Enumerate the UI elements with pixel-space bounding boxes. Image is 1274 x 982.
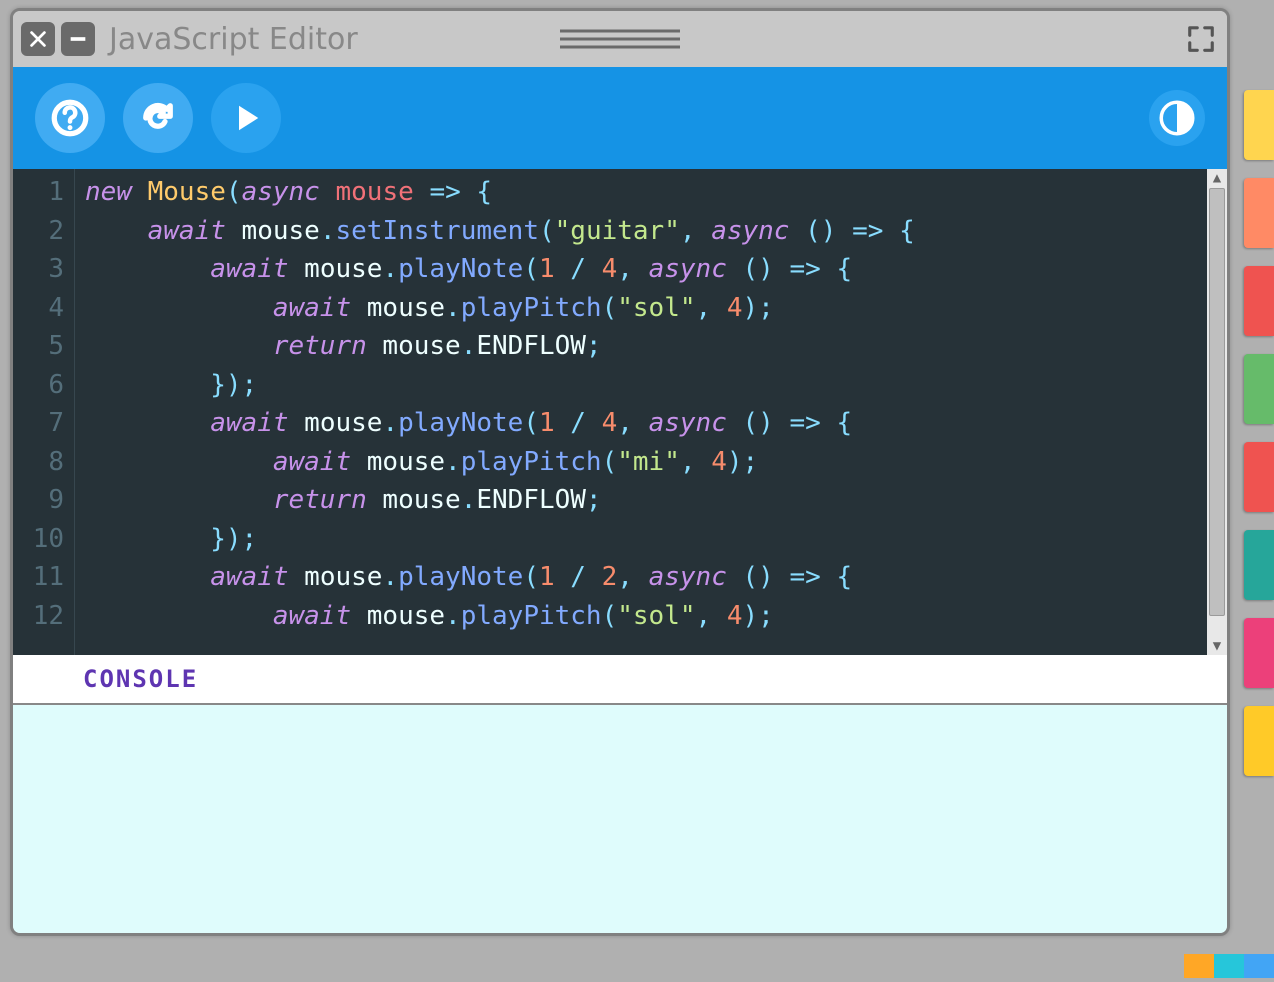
- scroll-down-arrow[interactable]: ▼: [1207, 637, 1227, 655]
- line-number: 10: [17, 520, 64, 559]
- code-line[interactable]: await mouse.setInstrument("guitar", asyn…: [85, 212, 1217, 251]
- console-output[interactable]: [13, 705, 1227, 933]
- titlebar-drag-grip[interactable]: [560, 25, 680, 54]
- background-tab: [1244, 354, 1274, 424]
- editor-toolbar: [13, 67, 1227, 169]
- code-line[interactable]: await mouse.playNote(1 / 4, async () => …: [85, 404, 1217, 443]
- line-number: 6: [17, 366, 64, 405]
- editor-window: JavaScript Editor 123456789101112 new Mo…: [10, 8, 1230, 936]
- line-number: 11: [17, 558, 64, 597]
- code-line[interactable]: await mouse.playNote(1 / 4, async () => …: [85, 250, 1217, 289]
- contrast-icon: [1156, 97, 1198, 139]
- help-icon: [49, 97, 91, 139]
- line-number: 2: [17, 212, 64, 251]
- background-tab: [1244, 706, 1274, 776]
- window-title: JavaScript Editor: [109, 22, 358, 57]
- background-swatch: [1244, 954, 1274, 978]
- scrollbar-thumb[interactable]: [1209, 188, 1225, 616]
- code-line[interactable]: return mouse.ENDFLOW;: [85, 327, 1217, 366]
- close-icon: [27, 28, 49, 50]
- background-tab: [1244, 90, 1274, 160]
- theme-toggle-button[interactable]: [1149, 90, 1205, 146]
- help-button[interactable]: [35, 83, 105, 153]
- line-number: 9: [17, 481, 64, 520]
- console-header: CONSOLE: [13, 655, 1227, 705]
- maximize-button[interactable]: [1185, 23, 1217, 55]
- code-line[interactable]: await mouse.playPitch("sol", 4);: [85, 289, 1217, 328]
- minimize-icon: [67, 28, 89, 50]
- background-tab: [1244, 618, 1274, 688]
- code-line[interactable]: await mouse.playPitch("mi", 4);: [85, 443, 1217, 482]
- code-line[interactable]: });: [85, 366, 1217, 405]
- background-tab: [1244, 530, 1274, 600]
- code-line[interactable]: new Mouse(async mouse => {: [85, 173, 1217, 212]
- expand-icon: [1186, 24, 1216, 54]
- code-line[interactable]: });: [85, 520, 1217, 559]
- line-number: 4: [17, 289, 64, 328]
- background-tab: [1244, 178, 1274, 248]
- code-content[interactable]: new Mouse(async mouse => { await mouse.s…: [75, 169, 1227, 655]
- code-line[interactable]: await mouse.playPitch("sol", 4);: [85, 597, 1217, 636]
- window-titlebar[interactable]: JavaScript Editor: [13, 11, 1227, 67]
- code-editor[interactable]: 123456789101112 new Mouse(async mouse =>…: [13, 169, 1227, 655]
- minimize-button[interactable]: [61, 22, 95, 56]
- code-line[interactable]: await mouse.playNote(1 / 2, async () => …: [85, 558, 1217, 597]
- line-number: 8: [17, 443, 64, 482]
- line-number: 3: [17, 250, 64, 289]
- refresh-button[interactable]: [123, 83, 193, 153]
- background-swatch: [1214, 954, 1244, 978]
- console-label: CONSOLE: [83, 665, 198, 693]
- scroll-up-arrow[interactable]: ▲: [1207, 169, 1227, 187]
- play-icon: [225, 97, 267, 139]
- background-palette-tabs: [1244, 90, 1274, 794]
- refresh-icon: [137, 97, 179, 139]
- line-number: 5: [17, 327, 64, 366]
- line-number-gutter: 123456789101112: [13, 169, 75, 655]
- run-button[interactable]: [211, 83, 281, 153]
- background-tab: [1244, 442, 1274, 512]
- background-footer-swatches: [1184, 954, 1274, 978]
- code-line[interactable]: return mouse.ENDFLOW;: [85, 481, 1217, 520]
- background-tab: [1244, 266, 1274, 336]
- line-number: 1: [17, 173, 64, 212]
- background-swatch: [1184, 954, 1214, 978]
- close-button[interactable]: [21, 22, 55, 56]
- editor-scrollbar[interactable]: ▲ ▼: [1207, 169, 1227, 655]
- line-number: 7: [17, 404, 64, 443]
- line-number: 12: [17, 597, 64, 636]
